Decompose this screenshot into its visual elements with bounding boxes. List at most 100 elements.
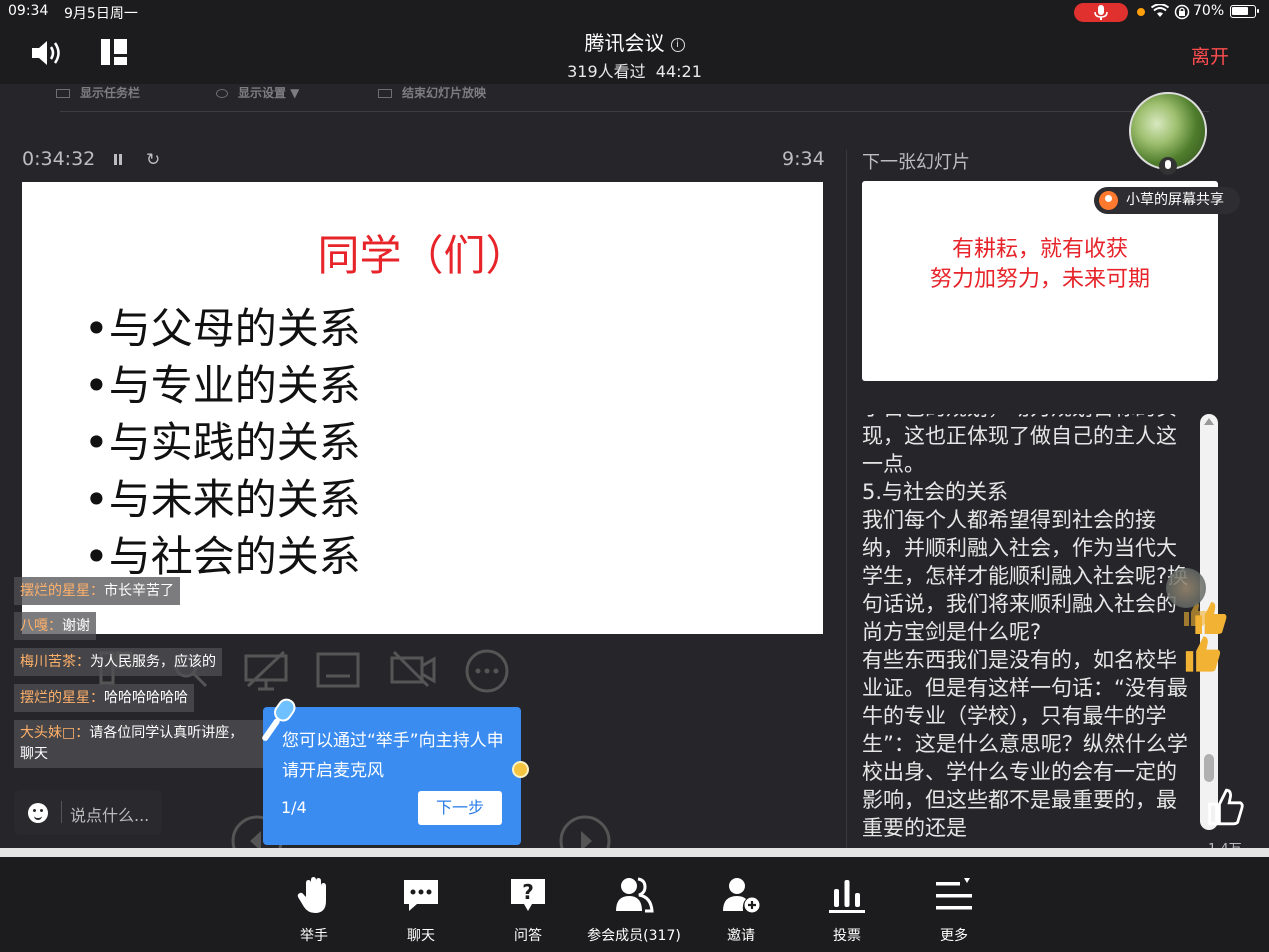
status-date: 9月5日周一	[64, 6, 138, 22]
input-separator	[61, 801, 62, 823]
next-slide-icon[interactable]	[558, 814, 612, 848]
current-slide: 同学（们） •与父母的关系 •与专业的关系 •与实践的关系 •与未来的关系 •与…	[22, 182, 823, 634]
mic-recording-icon	[1074, 3, 1128, 22]
question-icon: ?	[511, 879, 545, 911]
slide-title: 同学（们）	[317, 231, 528, 280]
wifi-icon	[1151, 4, 1169, 17]
more-options-icon[interactable]	[464, 648, 510, 694]
vote-icon	[829, 880, 865, 913]
bottom-toolbar: 举手 聊天 ? 问答 参会成员(317) 邀请 投票 更多	[0, 857, 1269, 952]
qa-button[interactable]: ? 问答	[468, 857, 588, 952]
guide-next-button[interactable]: 下一步	[418, 791, 502, 825]
microphone-icon	[262, 698, 296, 741]
subtitles-icon[interactable]	[316, 652, 360, 688]
slide-bullet: •与专业的关系	[84, 361, 361, 410]
battery-icon	[1230, 5, 1259, 18]
leave-button[interactable]: 离开	[1191, 42, 1229, 69]
chat-text: 谢谢	[62, 618, 90, 634]
speaker-notes: 于自己的规划，动力规划目标的实现，这也正体现了做自己的主人这一点。 5.与社会的…	[862, 414, 1192, 848]
panel-divider	[846, 150, 847, 848]
meeting-stats: 319人看过 44:21	[0, 58, 1269, 82]
chat-input[interactable]: 说点什么...	[14, 790, 162, 835]
display-settings-label: 显示设置 ▼	[238, 86, 300, 100]
meeting-title[interactable]: 腾讯会议 i	[0, 27, 1269, 56]
raise-hand-button[interactable]: 举手	[254, 857, 374, 952]
info-icon[interactable]: i	[670, 38, 685, 52]
end-slideshow-label: 结束幻灯片放映	[402, 86, 487, 100]
raise-hand-label: 举手	[300, 928, 328, 944]
more-button[interactable]: 更多	[894, 857, 1014, 952]
vote-button[interactable]: 投票	[787, 857, 907, 952]
screen-share-label: 小草的屏幕共享	[1126, 192, 1224, 208]
camera-off-icon[interactable]	[390, 650, 436, 688]
next-slide-line2: 努力加努力，未来可期	[929, 267, 1150, 292]
status-time: 09:34	[8, 3, 49, 19]
speaker-notes-text: 于自己的规划，动力规划目标的实现，这也正体现了做自己的主人这一点。 5.与社会的…	[862, 414, 1189, 840]
chat-text: 为人民服务，应该的	[90, 654, 216, 670]
meeting-title-text: 腾讯会议	[584, 31, 665, 55]
more-icon	[936, 878, 972, 910]
chat-bubble-icon	[404, 880, 438, 911]
chat-label: 聊天	[407, 928, 435, 944]
end-slideshow-item: 结束幻灯片放映	[378, 84, 486, 101]
chat-message: 摆烂的星星：市长辛苦了	[14, 577, 180, 605]
next-slide-line1: 有耕耘，就有收获	[951, 237, 1128, 262]
vote-label: 投票	[833, 928, 861, 944]
members-button[interactable]: 参会成员(317)	[574, 857, 694, 952]
end-show-icon	[378, 89, 392, 98]
guide-highlight-dot	[512, 761, 529, 778]
toolbar-divider	[60, 111, 1209, 112]
chat-message: 大头妹□：请各位同学认真听讲座， 聊天	[14, 720, 264, 768]
viewer-count: 319人看过	[567, 62, 646, 81]
scroll-up-arrow-icon[interactable]	[1204, 418, 1214, 425]
current-clock: 9:34	[782, 148, 825, 170]
members-label: 参会成员(317)	[587, 928, 681, 944]
show-taskbar-item: 显示任务栏	[56, 84, 140, 101]
status-bar: 09:34 9月5日周一 70%	[0, 0, 1269, 24]
more-label: 更多	[940, 928, 968, 944]
chat-sender: 摆烂的星星：	[20, 690, 104, 706]
chat-text: 哈哈哈哈哈哈	[104, 690, 188, 706]
invite-button[interactable]: 邀请	[681, 857, 801, 952]
settings-gear-icon	[216, 89, 228, 98]
reset-timer-icon: ↻	[146, 150, 161, 170]
invite-icon	[723, 878, 760, 913]
ppt-toolbar: 显示任务栏 显示设置 ▼ 结束幻灯片放映	[0, 84, 1269, 114]
svg-text:?: ?	[522, 880, 534, 904]
members-icon	[616, 877, 654, 913]
chat-message: 梅川苦茶：为人民服务，应该的	[14, 648, 222, 676]
avatar-mic-icon	[1159, 157, 1177, 175]
chat-button[interactable]: 聊天	[361, 857, 481, 952]
slide-bullet: •与实践的关系	[84, 418, 361, 467]
scrollbar-thumb[interactable]	[1204, 754, 1214, 782]
show-taskbar-label: 显示任务栏	[80, 86, 141, 100]
share-bottom-strip	[0, 848, 1269, 857]
slide-bullets: •与父母的关系 •与专业的关系 •与实践的关系 •与未来的关系 •与社会的关系	[84, 300, 361, 585]
slide-bullet: •与父母的关系	[84, 304, 361, 353]
black-screen-icon[interactable]	[244, 650, 288, 692]
like-icon[interactable]	[1204, 786, 1246, 828]
battery-percent: 70%	[1193, 3, 1225, 19]
display-settings-item: 显示设置 ▼	[216, 84, 299, 101]
chat-text: 市长辛苦了	[104, 583, 174, 599]
screen-share-tag[interactable]: 小草的屏幕共享	[1094, 187, 1240, 214]
guide-tooltip-text: 您可以通过“举手”向主持人申请开启麦克风	[282, 731, 504, 781]
chat-message: 八嘎：谢谢	[14, 612, 96, 640]
slideshow-timer: 0:34:32	[22, 148, 96, 170]
chat-placeholder: 说点什么...	[70, 806, 150, 825]
chat-sender: 梅川苦茶：	[20, 654, 90, 670]
chat-sender: 大头妹□：	[20, 725, 90, 741]
qa-label: 问答	[514, 928, 542, 944]
guide-tooltip: 您可以通过“举手”向主持人申请开启麦克风 1/4 下一步	[263, 707, 521, 845]
rotation-lock-icon	[1174, 4, 1190, 20]
next-slide-label: 下一张幻灯片	[862, 152, 970, 173]
pause-icon	[112, 152, 124, 167]
thumbs-up-reaction-icon	[1185, 636, 1221, 672]
guide-page-indicator: 1/4	[281, 798, 307, 817]
chat-sender: 摆烂的星星：	[20, 583, 104, 599]
slide-bullet: •与未来的关系	[84, 475, 361, 524]
person-icon	[1099, 191, 1118, 210]
privacy-dot-icon	[1137, 8, 1145, 16]
emoji-icon[interactable]	[28, 803, 48, 823]
taskbar-icon	[56, 89, 70, 98]
